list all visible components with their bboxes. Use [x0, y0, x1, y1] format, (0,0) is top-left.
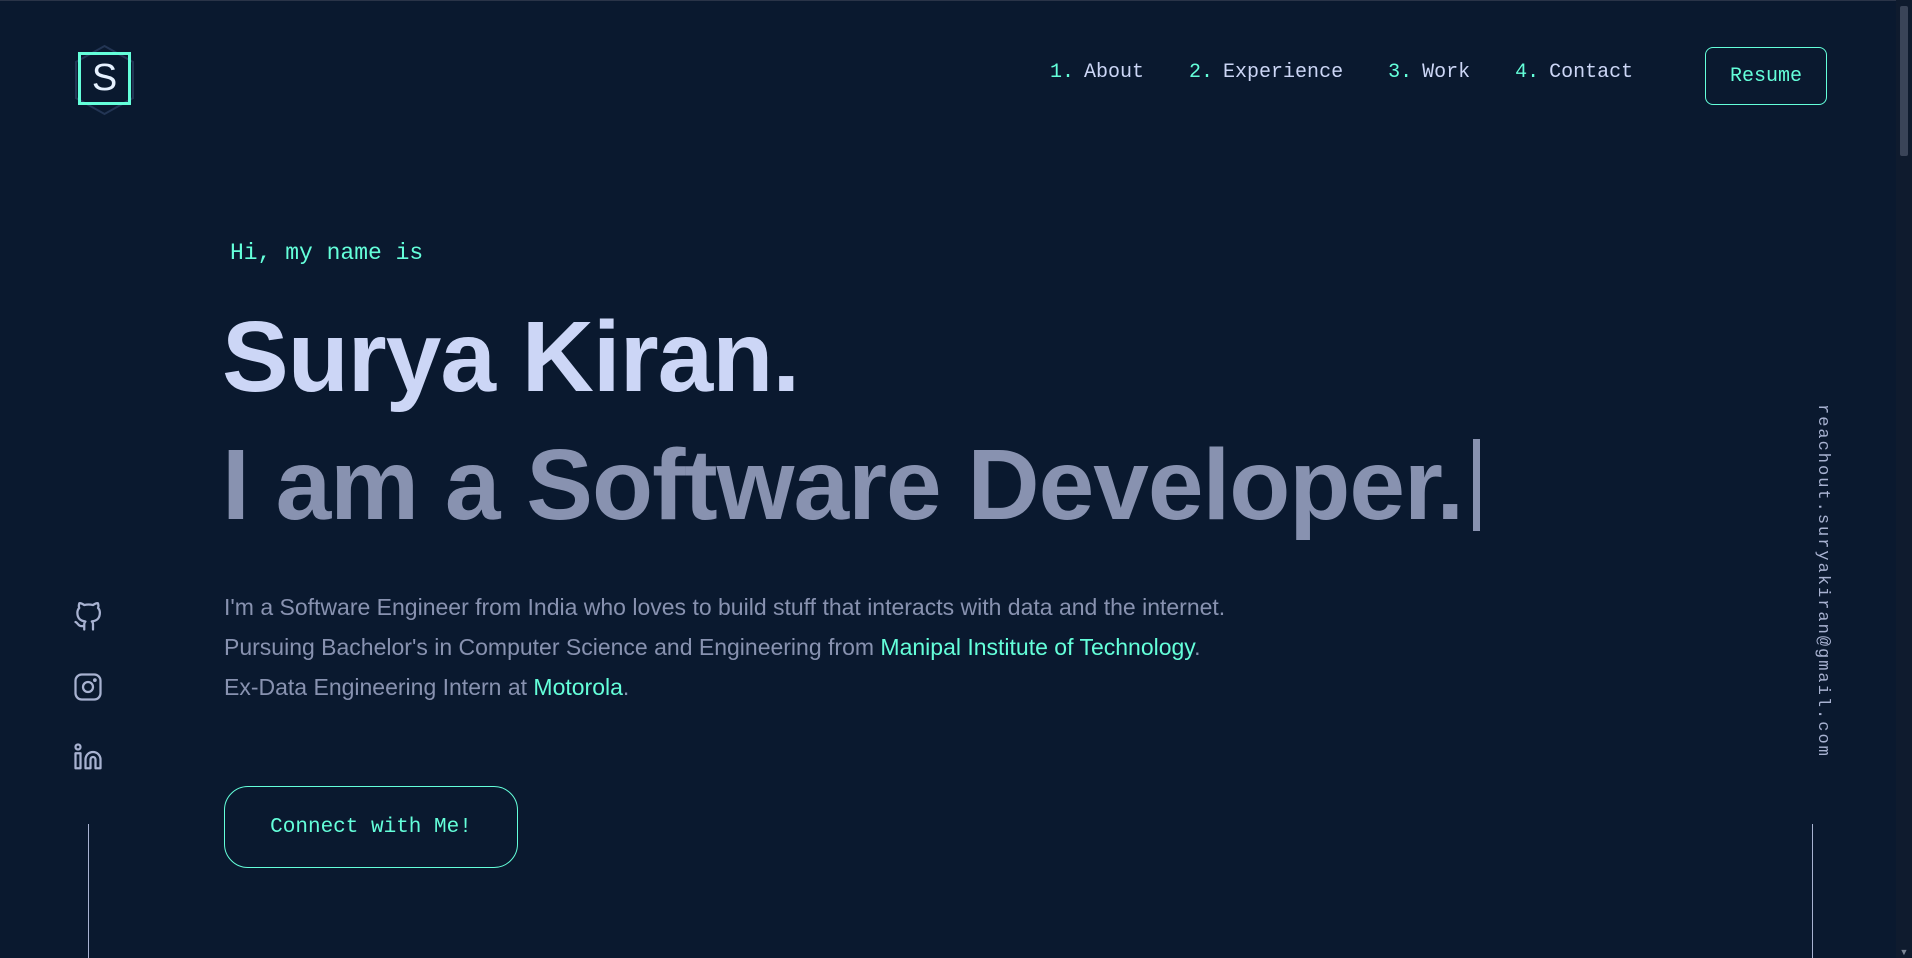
- desc-line-1: I'm a Software Engineer from India who l…: [224, 594, 1226, 620]
- nav-label: About: [1084, 61, 1145, 84]
- email-link[interactable]: reachout.suryakiran@gmail.com: [1813, 404, 1832, 758]
- hero-tagline-text: I am a Software Developer.: [222, 429, 1464, 541]
- instagram-icon[interactable]: [73, 672, 103, 702]
- nav-label: Work: [1422, 61, 1471, 84]
- hero-tagline: I am a Software Developer.: [222, 428, 1481, 543]
- resume-button[interactable]: Resume: [1705, 47, 1827, 105]
- nav-item-about[interactable]: 1. About: [1050, 61, 1144, 84]
- nav-item-experience[interactable]: 2. Experience: [1189, 61, 1343, 84]
- desc-line-3-text: Ex-Data Engineering Intern at: [224, 674, 534, 700]
- left-vertical-line: [88, 824, 89, 958]
- github-icon[interactable]: [73, 602, 103, 632]
- desc-line-3-period: .: [622, 674, 630, 700]
- desc-line-3: Ex-Data Engineering Intern at Motorola.: [224, 667, 1225, 707]
- nav-number: 2.: [1189, 61, 1214, 84]
- motorola-link[interactable]: Motorola: [533, 674, 622, 700]
- connect-button[interactable]: Connect with Me!: [224, 786, 518, 868]
- hero-description: I'm a Software Engineer from India who l…: [224, 587, 1225, 707]
- main-nav: 1. About 2. Experience 3. Work 4. Contact: [1050, 61, 1678, 84]
- nav-item-work[interactable]: 3. Work: [1388, 61, 1470, 84]
- right-vertical-line: [1812, 824, 1813, 958]
- nav-label: Contact: [1549, 61, 1634, 84]
- nav-number: 1.: [1050, 61, 1075, 84]
- scrollbar-thumb[interactable]: [1900, 6, 1908, 156]
- hero-name: Surya Kiran.: [222, 301, 800, 413]
- desc-line-2-text: Pursuing Bachelor's in Computer Science …: [224, 634, 881, 660]
- manipal-link[interactable]: Manipal Institute of Technology: [880, 634, 1194, 660]
- scroll-down-arrow-icon[interactable]: ▼: [1896, 946, 1912, 958]
- nav-item-contact[interactable]: 4. Contact: [1515, 61, 1633, 84]
- nav-number: 3.: [1388, 61, 1413, 84]
- desc-line-2-period: .: [1194, 634, 1201, 660]
- window-top-border: [0, 0, 1912, 1]
- typing-cursor: [1473, 439, 1481, 531]
- scrollbar[interactable]: ▼: [1896, 0, 1912, 958]
- linkedin-icon[interactable]: [73, 742, 103, 772]
- nav-number: 4.: [1515, 61, 1540, 84]
- hero-greeting: Hi, my name is: [230, 240, 424, 266]
- nav-label: Experience: [1223, 61, 1344, 84]
- desc-line-2: Pursuing Bachelor's in Computer Science …: [224, 627, 1225, 667]
- logo[interactable]: S: [78, 52, 131, 105]
